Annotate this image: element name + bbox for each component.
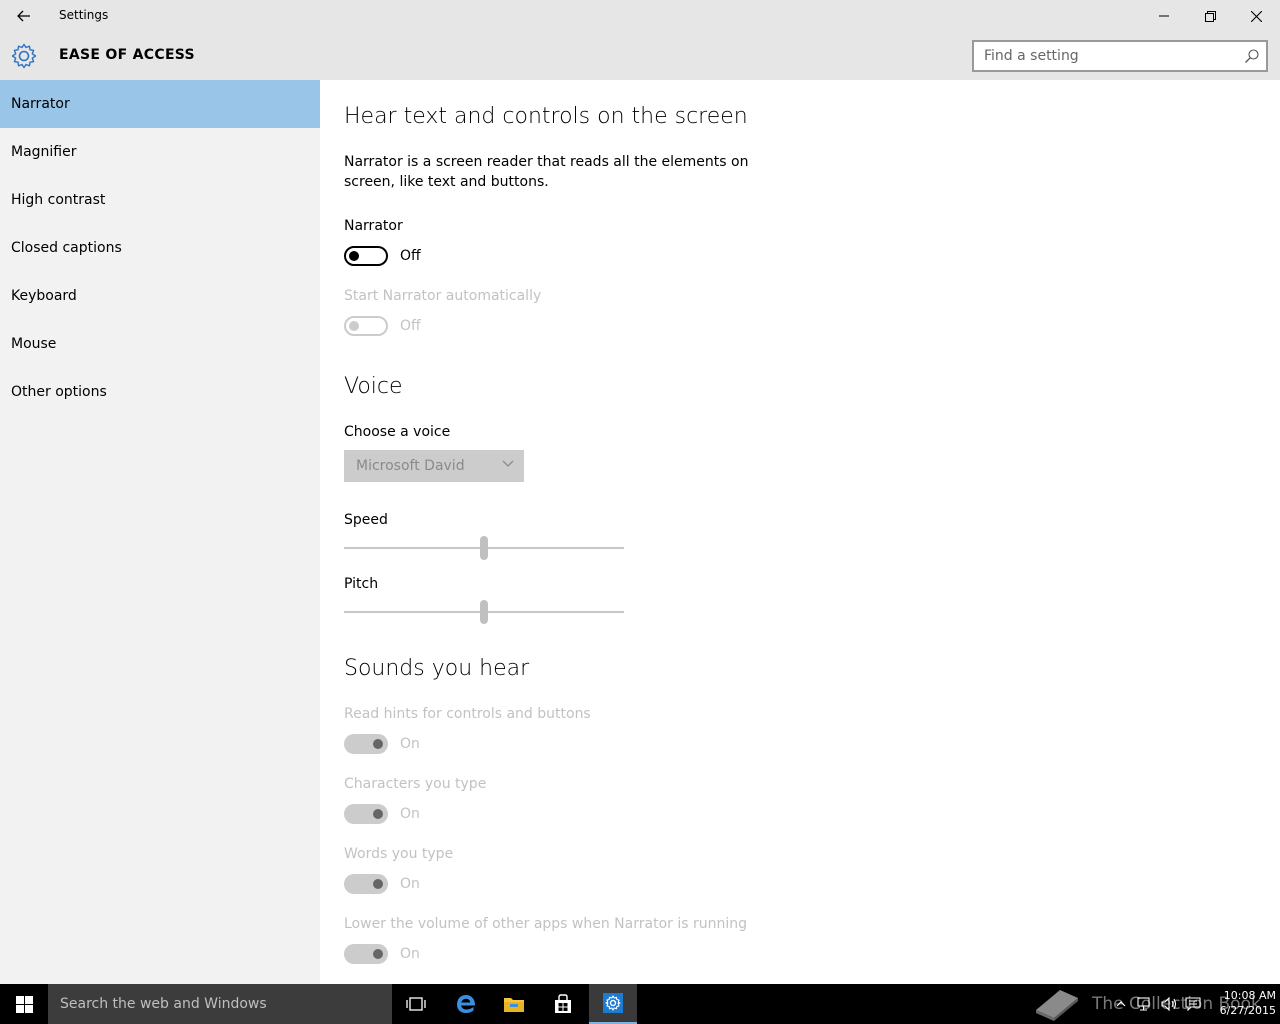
narrator-toggle[interactable]: [344, 246, 388, 266]
narrator-label: Narrator: [344, 218, 403, 234]
start-button[interactable]: [0, 984, 48, 1024]
chevron-down-icon: [502, 460, 514, 467]
sidebar-item-closed-captions[interactable]: Closed captions: [0, 224, 320, 272]
search-box[interactable]: [972, 40, 1268, 72]
title-bar: Settings: [0, 0, 1280, 32]
file-explorer-icon[interactable]: [490, 984, 538, 1024]
sidebar-item-mouse[interactable]: Mouse: [0, 320, 320, 368]
volume-icon[interactable]: [1158, 984, 1180, 1024]
window-title: Settings: [59, 8, 109, 22]
toggle-knob: [349, 321, 359, 331]
section-title: EASE OF ACCESS: [59, 47, 195, 63]
store-icon[interactable]: [539, 984, 587, 1024]
chevron-up-icon[interactable]: [1112, 984, 1130, 1024]
network-icon[interactable]: [1134, 984, 1156, 1024]
sidebar-item-other-options[interactable]: Other options: [0, 368, 320, 416]
characters-state: On: [400, 806, 420, 822]
page-heading: Hear text and controls on the screen: [344, 104, 748, 129]
read-hints-state: On: [400, 736, 420, 752]
slider-thumb[interactable]: [480, 536, 488, 560]
clock-time: 10:08 AM: [1223, 989, 1276, 1002]
start-narrator-auto-toggle[interactable]: [344, 316, 388, 336]
gear-icon: [11, 43, 37, 69]
lower-volume-toggle[interactable]: [344, 944, 388, 964]
words-state: On: [400, 876, 420, 892]
search-icon[interactable]: [1244, 48, 1260, 64]
close-button[interactable]: [1233, 0, 1279, 32]
toggle-knob: [349, 251, 359, 261]
taskbar-search-box[interactable]: Search the web and Windows: [48, 984, 392, 1024]
toggle-knob: [373, 739, 383, 749]
windows-logo-icon: [15, 995, 33, 1013]
taskbar: Search the web and Windows The Collectio…: [0, 984, 1280, 1024]
characters-label: Characters you type: [344, 776, 487, 792]
clock-date: 6/27/2015: [1219, 1004, 1276, 1017]
voice-dropdown[interactable]: Microsoft David: [344, 450, 524, 482]
read-hints-label: Read hints for controls and buttons: [344, 706, 591, 722]
sidebar: Narrator Magnifier High contrast Closed …: [0, 80, 320, 984]
search-input[interactable]: [974, 42, 1234, 70]
sounds-heading: Sounds you hear: [344, 656, 530, 681]
task-view-icon[interactable]: [392, 984, 440, 1024]
pitch-slider[interactable]: [344, 600, 624, 624]
toggle-knob: [373, 879, 383, 889]
slider-thumb[interactable]: [480, 600, 488, 624]
speed-slider[interactable]: [344, 536, 624, 560]
sidebar-item-high-contrast[interactable]: High contrast: [0, 176, 320, 224]
speed-label: Speed: [344, 512, 388, 528]
sidebar-item-magnifier[interactable]: Magnifier: [0, 128, 320, 176]
narrator-toggle-state: Off: [400, 248, 421, 264]
back-arrow-icon[interactable]: [8, 0, 40, 32]
voice-dropdown-value: Microsoft David: [356, 458, 465, 474]
choose-voice-label: Choose a voice: [344, 424, 451, 440]
settings-header: EASE OF ACCESS: [0, 32, 1280, 80]
lower-volume-label: Lower the volume of other apps when Narr…: [344, 916, 747, 932]
main-content: Hear text and controls on the screen Nar…: [344, 80, 1244, 984]
voice-heading: Voice: [344, 374, 403, 399]
toggle-knob: [373, 809, 383, 819]
start-narrator-auto-state: Off: [400, 318, 421, 334]
restore-button[interactable]: [1187, 0, 1233, 32]
page-description: Narrator is a screen reader that reads a…: [344, 154, 749, 190]
start-narrator-auto-label: Start Narrator automatically: [344, 288, 542, 304]
sidebar-item-narrator[interactable]: Narrator: [0, 80, 320, 128]
characters-toggle[interactable]: [344, 804, 388, 824]
read-hints-toggle[interactable]: [344, 734, 388, 754]
sidebar-item-keyboard[interactable]: Keyboard: [0, 272, 320, 320]
taskbar-clock[interactable]: 10:08 AM 6/27/2015: [1206, 988, 1276, 1018]
edge-icon[interactable]: [442, 984, 490, 1024]
toggle-knob: [373, 949, 383, 959]
words-label: Words you type: [344, 846, 454, 862]
settings-app-icon[interactable]: [589, 984, 637, 1024]
words-toggle[interactable]: [344, 874, 388, 894]
lower-volume-state: On: [400, 946, 420, 962]
taskbar-search-text: Search the web and Windows: [60, 996, 267, 1012]
minimize-button[interactable]: [1141, 0, 1187, 32]
action-center-icon[interactable]: [1182, 984, 1204, 1024]
pitch-label: Pitch: [344, 576, 379, 592]
book-icon: [1036, 990, 1078, 1021]
